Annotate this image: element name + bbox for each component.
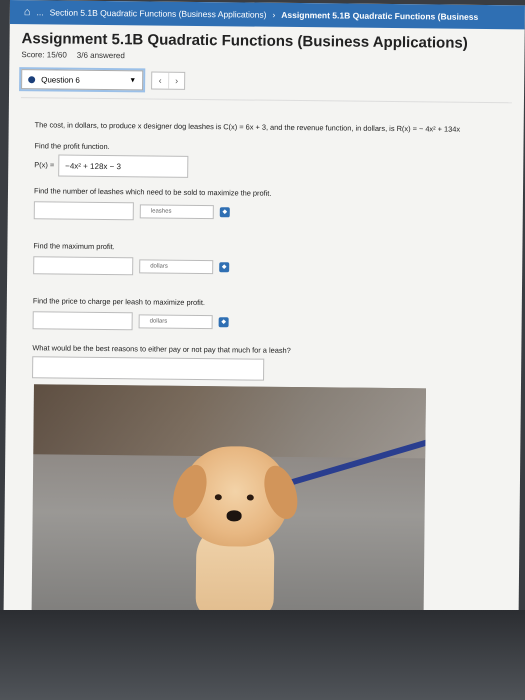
max-profit-input[interactable] xyxy=(33,256,134,276)
unit-dropdown-icon[interactable]: ◆ xyxy=(218,316,229,327)
part2-prompt: Find the number of leashes which need to… xyxy=(33,186,272,199)
puppy-photo xyxy=(31,384,426,621)
answered-count: 3/6 answered xyxy=(76,50,125,61)
question-select-label: Question 6 xyxy=(41,74,80,85)
leashes-input[interactable] xyxy=(33,201,134,221)
part4-prompt: Find the price to charge per leash to ma… xyxy=(32,296,206,307)
part3-prompt: Find the maximum profit. xyxy=(33,241,115,252)
unit-dropdown-icon[interactable]: ◆ xyxy=(219,207,230,218)
part1-prompt: Find the profit function. xyxy=(34,140,110,151)
profit-prefix: P(x) = xyxy=(34,160,55,170)
puppy-eye xyxy=(214,494,222,501)
unit-dropdown-icon[interactable]: ◆ xyxy=(219,262,230,273)
price-input[interactable] xyxy=(32,310,133,330)
profit-unit-select[interactable]: dollars xyxy=(139,259,214,275)
leashes-unit-select[interactable]: leashes xyxy=(139,204,214,220)
question-status-icon xyxy=(28,75,36,83)
puppy-eye xyxy=(246,494,254,501)
price-unit-select[interactable]: dollars xyxy=(138,314,213,329)
puppy-ear xyxy=(258,462,304,524)
home-icon[interactable]: ⌂ xyxy=(24,6,31,18)
score-text: Score: 15/60 xyxy=(21,50,67,60)
browser-screen: ⌂ ... Section 5.1B Quadratic Functions (… xyxy=(3,0,525,631)
puppy-nose xyxy=(226,510,242,522)
laptop-bezel xyxy=(0,610,525,700)
breadcrumb-ellipsis[interactable]: ... xyxy=(36,7,43,17)
puppy-ear xyxy=(166,460,213,523)
puppy-shape xyxy=(166,446,304,618)
profit-answer-field[interactable]: −4x² + 128x − 3 xyxy=(58,154,189,179)
prev-question-button[interactable]: ‹ xyxy=(152,72,168,88)
page-title: Assignment 5.1B Quadratic Functions (Bus… xyxy=(21,30,468,52)
divider xyxy=(20,97,512,104)
problem-statement: The cost, in dollars, to produce x desig… xyxy=(34,120,461,134)
reasons-textarea[interactable] xyxy=(32,356,265,382)
question-select[interactable]: Question 6 ▼ xyxy=(21,69,144,91)
part5-prompt: What would be the best reasons to either… xyxy=(32,342,291,355)
breadcrumb-assignment[interactable]: Assignment 5.1B Quadratic Functions (Bus… xyxy=(281,10,478,22)
next-question-button[interactable]: › xyxy=(168,72,185,89)
puppy-head xyxy=(166,446,304,548)
caret-down-icon: ▼ xyxy=(129,76,137,84)
chevron-right-icon: › xyxy=(272,9,276,20)
breadcrumb-section[interactable]: Section 5.1B Quadratic Functions (Busine… xyxy=(50,7,267,19)
